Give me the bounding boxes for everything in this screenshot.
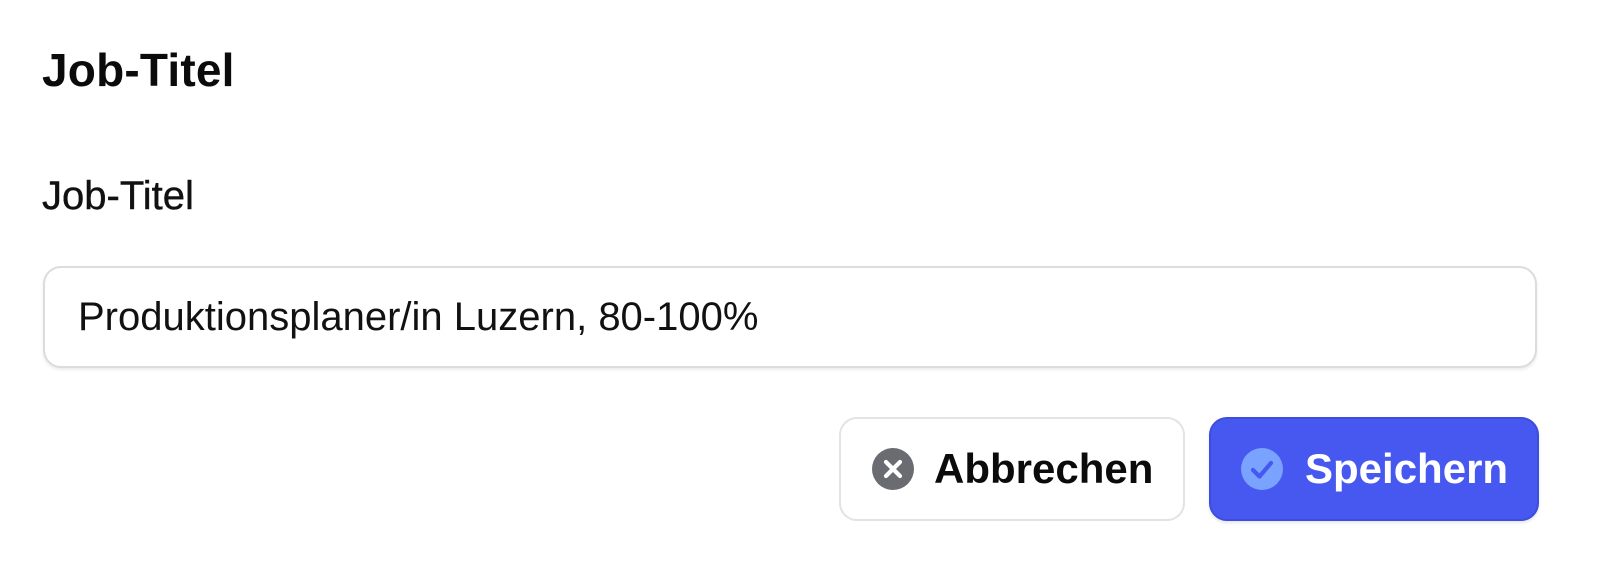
save-button-label: Speichern xyxy=(1305,445,1509,492)
cancel-button-label: Abbrechen xyxy=(934,445,1154,492)
save-button[interactable]: Speichern xyxy=(1209,417,1539,521)
check-circle-icon xyxy=(1241,448,1283,490)
section-title: Job-Titel xyxy=(42,44,235,96)
cancel-button[interactable]: Abbrechen xyxy=(839,417,1185,521)
job-title-label: Job-Titel xyxy=(42,174,194,218)
x-circle-icon xyxy=(872,448,914,490)
job-title-edit-panel: Job-Titel Job-Titel Abbrechen Speichern xyxy=(0,0,1608,586)
job-title-input[interactable] xyxy=(43,266,1537,368)
